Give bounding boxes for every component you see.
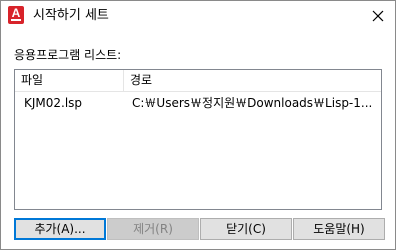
- autocad-a-icon: A: [8, 6, 24, 24]
- remove-button[interactable]: 제거(R): [107, 218, 199, 240]
- listview-header: 파일 경로: [15, 70, 381, 92]
- add-button[interactable]: 추가(A)...: [14, 218, 106, 240]
- close-icon: [372, 10, 384, 22]
- column-header-path[interactable]: 경로: [124, 70, 381, 91]
- title-bar[interactable]: A 시작하기 세트: [1, 1, 395, 31]
- column-header-file[interactable]: 파일: [15, 70, 124, 91]
- application-listview[interactable]: 파일 경로 KJM02.lsp C:￦Users￦정지원￦Downloads￦L…: [14, 69, 382, 210]
- list-item-file: KJM02.lsp: [24, 96, 83, 110]
- list-item-path: C:￦Users￦정지원￦Downloads￦Lisp-1...: [132, 96, 373, 110]
- startup-suite-dialog: A 시작하기 세트 응용프로그램 리스트: 파일 경로 KJM02.lsp C:…: [0, 0, 396, 250]
- window-title: 시작하기 세트: [33, 8, 109, 23]
- application-list-label: 응용프로그램 리스트:: [14, 48, 122, 62]
- app-icon-bar: [11, 19, 21, 21]
- list-item[interactable]: KJM02.lsp C:￦Users￦정지원￦Downloads￦Lisp-1.…: [15, 93, 381, 113]
- close-button[interactable]: 닫기(C): [200, 218, 292, 240]
- app-icon-letter: A: [11, 6, 21, 20]
- close-window-button[interactable]: [367, 6, 389, 26]
- help-button[interactable]: 도움말(H): [293, 218, 385, 240]
